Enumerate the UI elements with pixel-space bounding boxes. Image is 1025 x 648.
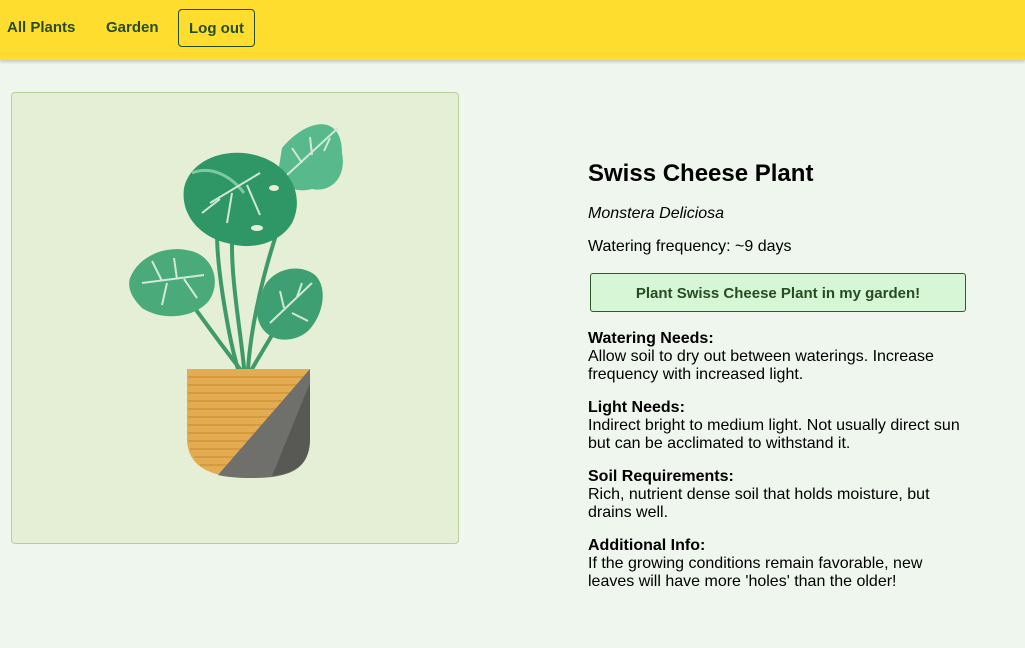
soil-requirements-title: Soil Requirements: (588, 468, 734, 485)
top-navigation-bar: All Plants Garden Log out (0, 0, 1025, 60)
soil-requirements-text: Rich, nutrient dense soil that holds moi… (588, 486, 930, 521)
watering-needs-section: Watering Needs: Allow soil to dry out be… (588, 330, 966, 384)
light-needs-title: Light Needs: (588, 399, 685, 416)
light-needs-text: Indirect bright to medium light. Not usu… (588, 417, 960, 452)
monstera-plant-illustration (129, 124, 343, 478)
watering-needs-title: Watering Needs: (588, 330, 714, 347)
additional-info-title: Additional Info: (588, 537, 706, 554)
additional-info-text: If the growing conditions remain favorab… (588, 555, 923, 590)
nav-all-plants-link[interactable]: All Plants (7, 9, 75, 47)
watering-frequency: Watering frequency: ~9 days (588, 238, 792, 255)
scientific-name: Monstera Deliciosa (588, 205, 725, 222)
additional-info-section: Additional Info: If the growing conditio… (588, 537, 966, 591)
plant-image-card (11, 92, 459, 544)
watering-needs-text: Allow soil to dry out between waterings.… (588, 348, 934, 383)
nav-garden-link[interactable]: Garden (106, 9, 159, 47)
light-needs-section: Light Needs: Indirect bright to medium l… (588, 399, 966, 453)
logout-button[interactable]: Log out (178, 9, 255, 47)
plant-name-heading: Swiss Cheese Plant (588, 160, 814, 187)
plant-in-garden-button[interactable]: Plant Swiss Cheese Plant in my garden! (590, 273, 966, 312)
soil-requirements-section: Soil Requirements: Rich, nutrient dense … (588, 468, 966, 522)
